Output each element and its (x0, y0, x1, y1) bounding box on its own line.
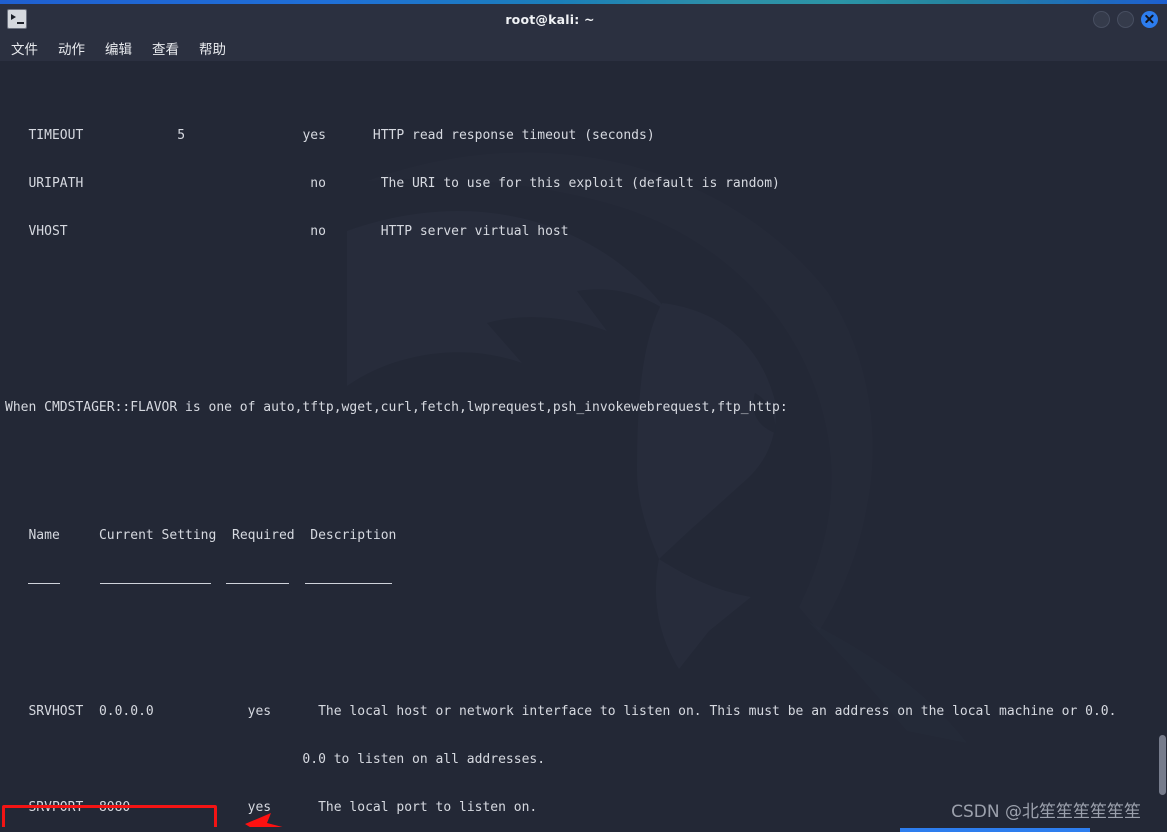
option-row-timeout: TIMEOUT 5 yes HTTP read response timeout… (5, 128, 1167, 144)
cmdstager-table-rule (5, 576, 1167, 592)
terminal-body[interactable]: TIMEOUT 5 yes HTTP read response timeout… (0, 61, 1167, 832)
option-name: URIPATH (28, 176, 84, 191)
rule-required (226, 583, 290, 584)
option-name: SRVHOST (28, 704, 84, 719)
menu-actions[interactable]: 动作 (58, 38, 85, 58)
menu-view[interactable]: 查看 (152, 38, 179, 58)
close-button[interactable] (1141, 10, 1158, 28)
option-required: yes (247, 704, 272, 719)
option-description: The URI to use for this exploit (default… (380, 176, 780, 191)
option-current: 5 (177, 128, 186, 143)
option-description: The local port to listen on. (318, 800, 538, 815)
vertical-scrollbar[interactable] (1158, 61, 1167, 832)
option-row-uripath: URIPATH no The URI to use for this explo… (5, 176, 1167, 192)
option-current: 8080 (98, 800, 131, 815)
maximize-button[interactable] (1117, 10, 1134, 28)
option-description: The local host or network interface to l… (318, 704, 1117, 719)
header-current-setting: Current Setting (98, 528, 217, 543)
option-name: SRVPORT (28, 800, 84, 815)
csdn-watermark: CSDN @北笙笙笙笙笙笙 (951, 802, 1141, 822)
header-description: Description (310, 528, 397, 543)
option-required: yes (302, 128, 326, 143)
option-required: yes (247, 800, 272, 815)
terminal-window: root@kali: ~ 文件 动作 编辑 查看 帮助 TIMEOUT 5 ye… (0, 0, 1167, 832)
horizontal-scrollbar-thumb[interactable] (900, 828, 1090, 832)
vertical-scrollbar-thumb[interactable] (1159, 735, 1166, 795)
cmdstager-note: When CMDSTAGER::FLAVOR is one of auto,tf… (5, 400, 788, 415)
option-description: HTTP read response timeout (seconds) (372, 128, 655, 143)
option-required: no (310, 224, 326, 239)
menu-help[interactable]: 帮助 (199, 38, 226, 58)
menu-edit[interactable]: 编辑 (105, 38, 132, 58)
terminal-output: TIMEOUT 5 yes HTTP read response timeout… (0, 61, 1167, 832)
window-accent-strip (0, 0, 1167, 4)
window-controls (1093, 10, 1158, 28)
option-row-srvhost: SRVHOST 0.0.0.0 yes The local host or ne… (5, 704, 1167, 720)
rule-description (304, 583, 392, 584)
option-required: no (310, 176, 326, 191)
option-description-cont: 0.0 to listen on all addresses. (302, 752, 546, 767)
option-description: HTTP server virtual host (380, 224, 569, 239)
menu-file[interactable]: 文件 (11, 38, 38, 58)
option-name: VHOST (28, 224, 68, 239)
header-required: Required (232, 528, 295, 543)
title-bar[interactable]: root@kali: ~ (0, 4, 1167, 34)
rule-current (99, 583, 211, 584)
option-row-srvhost-cont: 0.0 to listen on all addresses. (5, 752, 1167, 768)
minimize-button[interactable] (1093, 10, 1110, 28)
terminal-icon (7, 9, 27, 29)
cmdstager-table-header: Name Current Setting Required Descriptio… (5, 528, 1167, 544)
menu-bar: 文件 动作 编辑 查看 帮助 (0, 34, 1167, 61)
rule-name (28, 583, 61, 584)
option-row-vhost: VHOST no HTTP server virtual host (5, 224, 1167, 240)
option-current: 0.0.0.0 (98, 704, 154, 719)
header-name: Name (28, 528, 60, 543)
window-title: root@kali: ~ (505, 11, 595, 27)
option-name: TIMEOUT (28, 128, 84, 143)
